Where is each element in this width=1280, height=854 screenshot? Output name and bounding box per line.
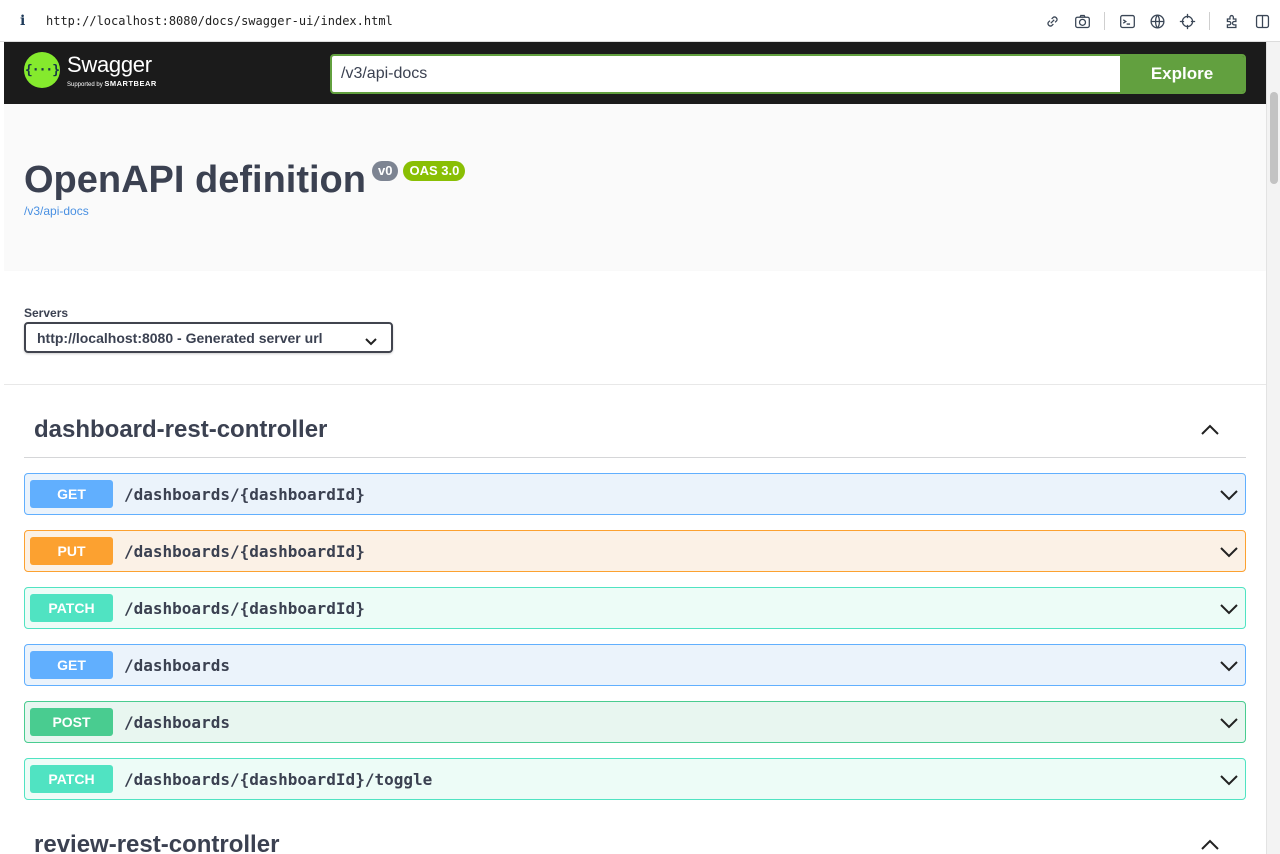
chevron-up-icon[interactable] <box>1200 422 1220 436</box>
swagger-logo-text: Swagger Supported by SMARTBEAR <box>67 51 157 88</box>
operation-patch-toggle[interactable]: PATCH /dashboards/{dashboardId}/toggle <box>24 758 1246 800</box>
logo-supported: Supported by <box>67 81 103 88</box>
page-viewport: {···} Swagger Supported by SMARTBEAR Exp… <box>4 42 1266 854</box>
url-field[interactable]: http://localhost:8080/docs/swagger-ui/in… <box>46 14 393 28</box>
operation-path: /dashboards/{dashboardId} <box>124 598 365 618</box>
operation-path: /dashboards <box>124 712 230 732</box>
swagger-logo[interactable]: {···} Swagger Supported by SMARTBEAR <box>24 52 157 88</box>
spec-url-input[interactable] <box>332 56 1120 92</box>
version-badge: v0 <box>371 161 399 181</box>
link-icon[interactable] <box>1042 11 1062 31</box>
scrollbar-thumb[interactable] <box>1270 92 1278 184</box>
api-title-row: OpenAPI definition v0 OAS 3.0 <box>24 158 466 202</box>
operation-path: /dashboards <box>124 655 230 675</box>
method-badge: PUT <box>30 537 113 565</box>
terminal-icon[interactable] <box>1117 11 1137 31</box>
method-badge: POST <box>30 708 113 736</box>
operation-path: /dashboards/{dashboardId} <box>124 541 365 561</box>
method-badge: GET <box>30 480 113 508</box>
spec-link[interactable]: /v3/api-docs <box>24 204 89 218</box>
chevron-down-icon[interactable] <box>1219 488 1239 501</box>
swagger-topbar: {···} Swagger Supported by SMARTBEAR Exp… <box>4 42 1266 104</box>
servers-section: Servers http://localhost:8080 - Generate… <box>4 271 1266 385</box>
toolbar-divider <box>1104 12 1105 30</box>
chevron-down-icon[interactable] <box>1219 716 1239 729</box>
chevron-down-icon[interactable] <box>1219 545 1239 558</box>
method-badge: GET <box>30 651 113 679</box>
operation-post-dashboards[interactable]: POST /dashboards <box>24 701 1246 743</box>
tag-title: dashboard-rest-controller <box>34 416 328 443</box>
chevron-down-icon[interactable] <box>1219 602 1239 615</box>
tag-title: review-rest-controller <box>34 831 280 854</box>
spec-url-form: Explore <box>330 54 1246 94</box>
chevron-down-icon[interactable] <box>1219 773 1239 786</box>
chevron-down-icon[interactable] <box>1219 659 1239 672</box>
operation-get-dashboards[interactable]: GET /dashboards <box>24 644 1246 686</box>
page-title: OpenAPI definition <box>24 159 366 201</box>
swagger-logo-icon: {···} <box>24 52 60 88</box>
logo-company: SMARTBEAR <box>104 78 157 88</box>
logo-name: Swagger <box>67 51 152 77</box>
browser-address-bar: i http://localhost:8080/docs/swagger-ui/… <box>0 0 1280 42</box>
globe-icon[interactable] <box>1147 11 1167 31</box>
api-info: OpenAPI definition v0 OAS 3.0 /v3/api-do… <box>4 104 1266 271</box>
chevron-down-icon <box>365 333 377 346</box>
tag-header-dashboard[interactable]: dashboard-rest-controller <box>24 385 1246 458</box>
method-badge: PATCH <box>30 765 113 793</box>
oas-badge: OAS 3.0 <box>403 161 466 181</box>
tag-header-review[interactable]: review-rest-controller <box>24 800 1246 854</box>
operation-get-dashboard[interactable]: GET /dashboards/{dashboardId} <box>24 473 1246 515</box>
site-info-icon[interactable]: i <box>20 13 32 29</box>
extension-icon[interactable] <box>1222 11 1242 31</box>
operation-path: /dashboards/{dashboardId} <box>124 484 365 504</box>
camera-icon[interactable] <box>1072 11 1092 31</box>
chevron-up-icon[interactable] <box>1200 837 1220 851</box>
server-select-value: http://localhost:8080 - Generated server… <box>37 329 323 346</box>
operations-section: dashboard-rest-controller GET /dashboard… <box>4 385 1266 854</box>
operation-path: /dashboards/{dashboardId}/toggle <box>124 769 433 789</box>
browser-toolbar <box>1042 11 1272 31</box>
logo-subtitle: Supported by SMARTBEAR <box>67 79 157 88</box>
toolbar-divider <box>1209 12 1210 30</box>
sidebar-icon[interactable] <box>1252 11 1272 31</box>
operation-patch-dashboard[interactable]: PATCH /dashboards/{dashboardId} <box>24 587 1246 629</box>
server-select[interactable]: http://localhost:8080 - Generated server… <box>24 322 393 353</box>
explore-button[interactable]: Explore <box>1120 56 1244 92</box>
operation-put-dashboard[interactable]: PUT /dashboards/{dashboardId} <box>24 530 1246 572</box>
method-badge: PATCH <box>30 594 113 622</box>
crosshair-icon[interactable] <box>1177 11 1197 31</box>
page-scrollbar[interactable] <box>1266 42 1280 854</box>
servers-label: Servers <box>24 306 69 320</box>
